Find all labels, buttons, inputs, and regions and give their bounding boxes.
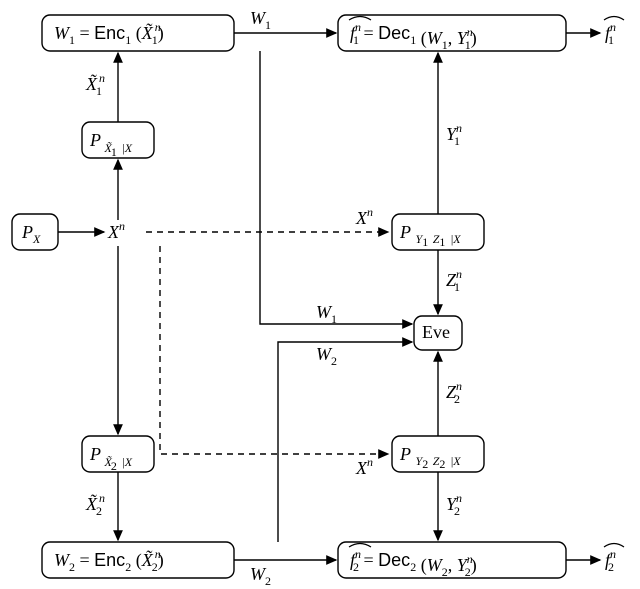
edge-xn-py2 (160, 246, 388, 454)
z1n-label: Zn1 (446, 267, 462, 294)
xn-py2-label: Xn (355, 455, 373, 478)
y1n-label: Yn1 (446, 121, 462, 148)
w1-top-label: W1 (250, 8, 271, 32)
xn-py1-label: Xn (355, 205, 373, 228)
out2-label: fn2 (605, 547, 616, 574)
w2-eve-label: W2 (316, 344, 337, 368)
system-diagram: PX Xn P X̃1 |X X̃n1 W1 = Enc1 (X̃n1) P X… (0, 0, 640, 589)
edge-w1-eve (260, 51, 412, 324)
y2n-label: Yn2 (446, 491, 462, 518)
w2-bot-label: W2 (250, 564, 271, 588)
z2n-label: Zn2 (446, 379, 462, 406)
eve-label: Eve (422, 322, 450, 342)
out1-label: fn1 (605, 20, 616, 47)
xt2n-label: X̃n2 (85, 491, 105, 518)
w1-eve-label: W1 (316, 302, 337, 326)
xt1n-label: X̃n1 (85, 71, 105, 98)
xn-label: Xn (107, 219, 125, 242)
